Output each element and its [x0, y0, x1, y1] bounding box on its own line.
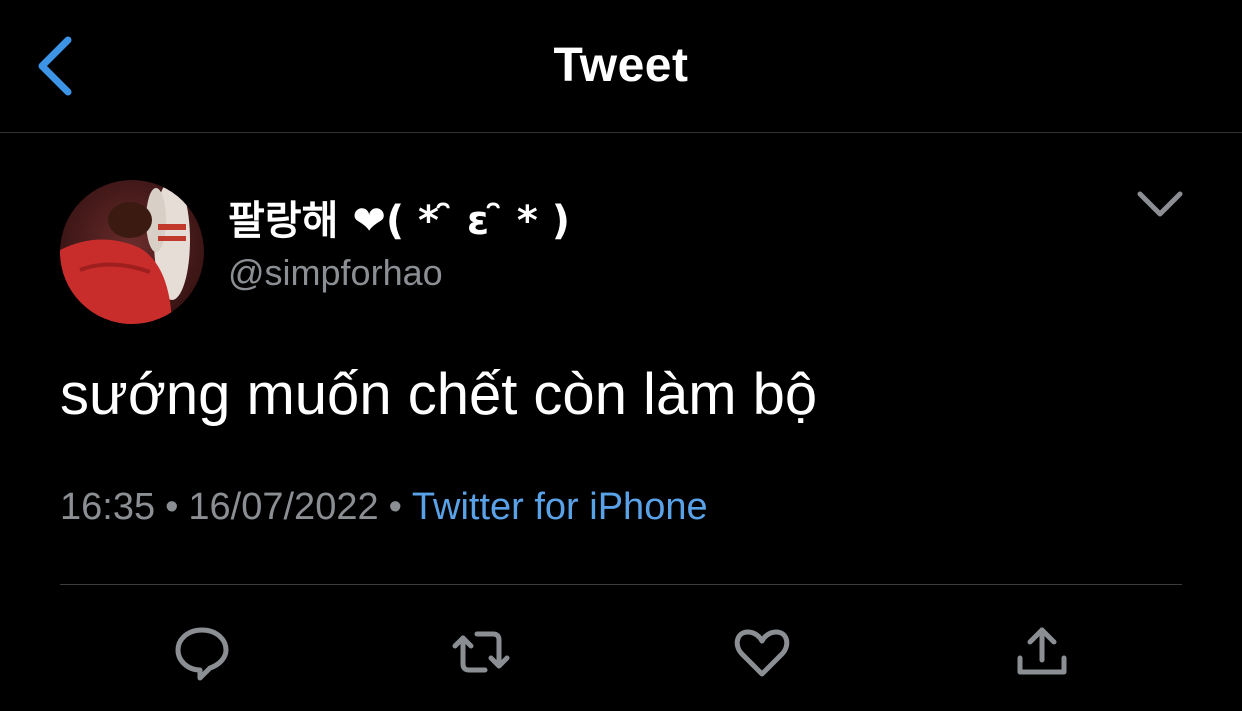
tweet-time: 16:35 [60, 486, 156, 528]
share-button[interactable] [1010, 620, 1074, 684]
reply-icon [175, 627, 229, 681]
retweet-button[interactable] [449, 620, 513, 684]
divider [60, 584, 1182, 585]
retweet-icon [452, 631, 510, 673]
heart-icon [734, 629, 790, 677]
tweet-meta: 16:35 • 16/07/2022 • Twitter for iPhone [60, 486, 708, 529]
user-handle[interactable]: @simpforhao [228, 252, 443, 294]
top-bar: Tweet [0, 0, 1242, 133]
meta-separator: • [165, 486, 179, 528]
like-button[interactable] [730, 620, 794, 684]
more-options-button[interactable] [1130, 180, 1190, 230]
share-icon [1017, 627, 1067, 675]
chevron-down-icon [1137, 191, 1183, 217]
meta-separator: • [388, 486, 402, 528]
avatar[interactable] [60, 180, 204, 324]
page-title: Tweet [553, 39, 689, 92]
avatar-image [60, 180, 204, 324]
tweet-date: 16/07/2022 [188, 486, 379, 528]
reply-button[interactable] [170, 620, 234, 684]
tweet-text: sướng muốn chết còn làm bộ [60, 362, 818, 427]
display-name[interactable]: 팔랑해 ❤( * ̑ ɛ ̑ * ) [228, 188, 570, 246]
tweet-source-link[interactable]: Twitter for iPhone [412, 486, 708, 528]
